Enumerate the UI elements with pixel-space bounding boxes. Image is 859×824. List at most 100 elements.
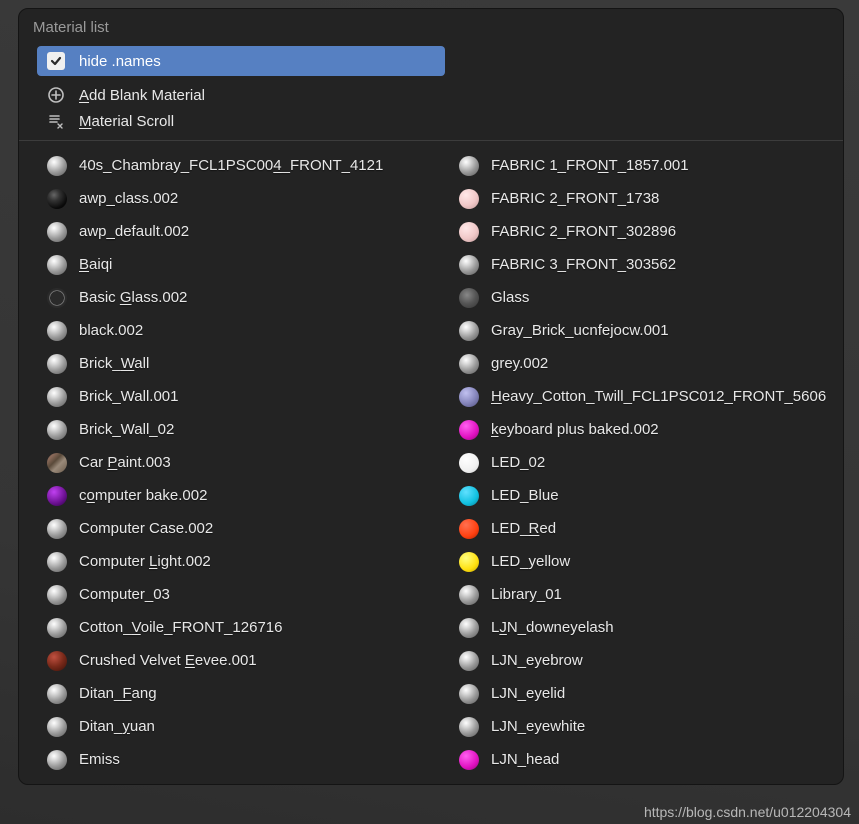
material-label: FABRIC 3_FRONT_303562	[491, 256, 676, 273]
material-swatch	[459, 486, 479, 506]
material-label: Computer Light.002	[79, 553, 211, 570]
material-item[interactable]: awp_default.002	[19, 215, 431, 248]
hide-names-checkbox[interactable]	[47, 52, 65, 70]
material-item[interactable]: LED_02	[431, 446, 843, 479]
material-swatch	[47, 717, 67, 737]
material-swatch	[459, 651, 479, 671]
material-label: Basic Glass.002	[79, 289, 187, 306]
material-label: Computer_03	[79, 586, 170, 603]
material-item[interactable]: grey.002	[431, 347, 843, 380]
material-swatch	[459, 354, 479, 374]
material-item[interactable]: LJN_downeyelash	[431, 611, 843, 644]
material-item[interactable]: FABRIC 1_FRONT_1857.001	[431, 149, 843, 182]
material-label: LED_02	[491, 454, 545, 471]
material-label: grey.002	[491, 355, 548, 372]
material-item[interactable]: Crushed Velvet Eevee.001	[19, 644, 431, 677]
material-scroll-button[interactable]: Material Scroll	[19, 108, 843, 134]
material-swatch	[459, 387, 479, 407]
material-label: LJN_eyewhite	[491, 718, 585, 735]
material-label: FABRIC 1_FRONT_1857.001	[491, 157, 689, 174]
material-item[interactable]: Emiss	[19, 743, 431, 776]
material-label: Glass	[491, 289, 529, 306]
material-swatch	[47, 618, 67, 638]
material-label: LJN_eyelid	[491, 685, 565, 702]
material-swatch	[47, 552, 67, 572]
material-swatch	[459, 618, 479, 638]
material-item[interactable]: FABRIC 2_FRONT_1738	[431, 182, 843, 215]
material-swatch	[47, 222, 67, 242]
material-label: Brick_Wall_02	[79, 421, 174, 438]
material-item[interactable]: black.002	[19, 314, 431, 347]
material-scroll-label: Material Scroll	[79, 113, 174, 130]
material-item[interactable]: Car Paint.003	[19, 446, 431, 479]
material-item[interactable]: LED_Red	[431, 512, 843, 545]
material-label: awp_default.002	[79, 223, 189, 240]
material-label: Cotton_Voile_FRONT_126716	[79, 619, 282, 636]
material-swatch	[459, 552, 479, 572]
material-item[interactable]: Heavy_Cotton_Twill_FCL1PSC012_FRONT_5606	[431, 380, 843, 413]
material-item[interactable]: Gray_Brick_ucnfejocw.001	[431, 314, 843, 347]
material-label: FABRIC 2_FRONT_302896	[491, 223, 676, 240]
material-swatch	[47, 651, 67, 671]
material-label: Brick_Wall	[79, 355, 149, 372]
hide-names-row[interactable]: hide .names	[19, 46, 843, 76]
material-swatch	[459, 189, 479, 209]
materials-columns: 40s_Chambray_FCL1PSC004_FRONT_4121 awp_cl…	[19, 145, 843, 784]
material-label: Crushed Velvet Eevee.001	[79, 652, 257, 669]
material-label: Baiqi	[79, 256, 112, 273]
material-item[interactable]: FABRIC 2_FRONT_302896	[431, 215, 843, 248]
material-swatch	[459, 321, 479, 341]
material-label: LED_Blue	[491, 487, 559, 504]
materials-column-2: FABRIC 1_FRONT_1857.001 FABRIC 2_FRONT_17…	[431, 149, 843, 776]
material-item[interactable]: LJN_eyewhite	[431, 710, 843, 743]
panel-header-section: hide .names Add Blank Material Material …	[19, 46, 843, 141]
material-swatch	[47, 453, 67, 473]
material-label: Computer Case.002	[79, 520, 213, 537]
material-swatch	[47, 486, 67, 506]
material-item[interactable]: 40s_Chambray_FCL1PSC004_FRONT_4121	[19, 149, 431, 182]
material-item[interactable]: Computer_03	[19, 578, 431, 611]
material-item[interactable]: Basic Glass.002	[19, 281, 431, 314]
material-item[interactable]: Brick_Wall	[19, 347, 431, 380]
list-x-icon	[47, 112, 65, 130]
material-item[interactable]: LED_Blue	[431, 479, 843, 512]
material-label: Gray_Brick_ucnfejocw.001	[491, 322, 669, 339]
material-item[interactable]: Brick_Wall.001	[19, 380, 431, 413]
material-item[interactable]: computer bake.002	[19, 479, 431, 512]
material-item[interactable]: Glass	[431, 281, 843, 314]
material-item[interactable]: LJN_head	[431, 743, 843, 776]
material-item[interactable]: Baiqi	[19, 248, 431, 281]
material-item[interactable]: Computer Light.002	[19, 545, 431, 578]
material-swatch	[459, 288, 479, 308]
material-label: LJN_downeyelash	[491, 619, 614, 636]
material-label: awp_class.002	[79, 190, 178, 207]
material-item[interactable]: keyboard plus baked.002	[431, 413, 843, 446]
material-item[interactable]: Ditan_yuan	[19, 710, 431, 743]
material-item[interactable]: FABRIC 3_FRONT_303562	[431, 248, 843, 281]
material-item[interactable]: LJN_eyelid	[431, 677, 843, 710]
hide-names-label: hide .names	[79, 53, 161, 70]
material-item[interactable]: LJN_eyebrow	[431, 644, 843, 677]
material-label: Heavy_Cotton_Twill_FCL1PSC012_FRONT_5606	[491, 388, 826, 405]
add-blank-material-button[interactable]: Add Blank Material	[19, 82, 843, 108]
watermark-text: https://blog.csdn.net/u012204304	[644, 804, 851, 820]
material-swatch	[47, 420, 67, 440]
material-item[interactable]: Brick_Wall_02	[19, 413, 431, 446]
material-item[interactable]: Cotton_Voile_FRONT_126716	[19, 611, 431, 644]
material-item[interactable]: Ditan_Fang	[19, 677, 431, 710]
material-swatch	[47, 156, 67, 176]
material-swatch	[459, 750, 479, 770]
material-swatch	[459, 222, 479, 242]
material-item[interactable]: LED_yellow	[431, 545, 843, 578]
material-swatch	[47, 288, 67, 308]
panel-title: Material list	[19, 9, 843, 44]
material-item[interactable]: awp_class.002	[19, 182, 431, 215]
material-swatch	[459, 684, 479, 704]
material-item[interactable]: Library_01	[431, 578, 843, 611]
material-item[interactable]: Computer Case.002	[19, 512, 431, 545]
plus-circle-icon	[47, 86, 65, 104]
material-swatch	[47, 387, 67, 407]
material-list-panel: Material list hide .names Add Blank Mate…	[18, 8, 844, 785]
material-swatch	[459, 420, 479, 440]
add-blank-material-label: Add Blank Material	[79, 87, 205, 104]
